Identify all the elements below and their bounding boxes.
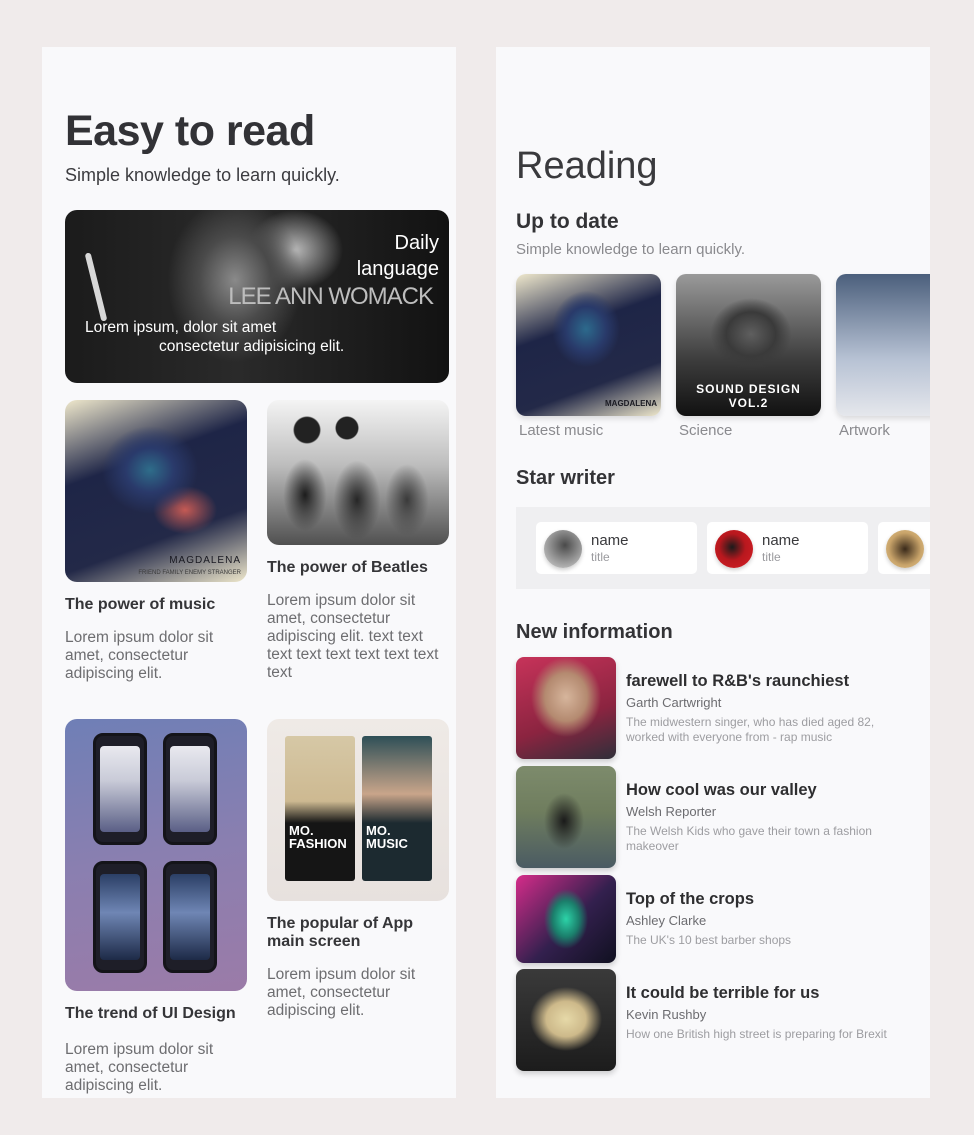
album-cover bbox=[836, 274, 930, 416]
section-subtitle: Simple knowledge to learn quickly. bbox=[516, 241, 746, 258]
article-card-beatles[interactable]: The power of Beatles Lorem ipsum dolor s… bbox=[267, 400, 449, 682]
avatar bbox=[544, 530, 582, 568]
article-card-app-screen[interactable]: MO. FASHION MO. MUSIC The popular of App… bbox=[267, 719, 449, 1020]
news-item[interactable]: farewell to R&B's raunchiest Garth Cartw… bbox=[516, 657, 910, 759]
card-title: The trend of UI Design bbox=[65, 1005, 236, 1022]
album-cover-text: MAGDALENA bbox=[605, 399, 657, 408]
article-card-music[interactable]: MAGDALENA FRIEND FAMILY ENEMY STRANGER T… bbox=[65, 400, 247, 683]
card-description: Lorem ipsum dolor sit amet, consectetur … bbox=[65, 1041, 214, 1094]
writer-title: title bbox=[591, 550, 610, 564]
phone-mockup-4 bbox=[163, 861, 217, 973]
section-heading-up-to-date: Up to date bbox=[516, 210, 619, 233]
hero-card-daily-language[interactable]: Daily language LEE ANN WOMACK Lorem ipsu… bbox=[65, 210, 449, 383]
card-image-ui-mockups bbox=[65, 719, 247, 991]
card-description: Lorem ipsum dolor sit amet, consectetur … bbox=[65, 629, 214, 682]
hero-title: Daily language bbox=[356, 232, 439, 280]
avatar bbox=[715, 530, 753, 568]
album-cover-text: SOUND DESIGN VOL.2 bbox=[696, 382, 801, 410]
reading-screen: Reading Up to date Simple knowledge to l… bbox=[496, 47, 930, 1098]
phone-mockup-2 bbox=[163, 733, 217, 845]
news-item[interactable]: Top of the crops Ashley Clarke The UK's … bbox=[516, 875, 910, 977]
news-description: The UK's 10 best barber shops bbox=[626, 933, 792, 947]
news-description: How one British high street is preparing… bbox=[626, 1027, 887, 1041]
card-title: The power of Beatles bbox=[267, 559, 428, 576]
card-image-magdalena: MAGDALENA FRIEND FAMILY ENEMY STRANGER bbox=[65, 400, 247, 582]
hero-text-line1: Lorem ipsum, dolor sit amet bbox=[85, 319, 277, 336]
news-thumbnail bbox=[516, 875, 616, 963]
news-author: Kevin Rushby bbox=[626, 1007, 707, 1022]
card-title: The power of music bbox=[65, 596, 216, 613]
card-image-beatles bbox=[267, 400, 449, 545]
news-title: How cool was our valley bbox=[626, 781, 817, 799]
news-description: The Welsh Kids who gave their town a fas… bbox=[626, 824, 872, 853]
page-subtitle: Simple knowledge to learn quickly. bbox=[65, 165, 340, 185]
album-card-artwork[interactable]: Artwork bbox=[836, 274, 930, 439]
news-title: It could be terrible for us bbox=[626, 984, 820, 1002]
hero-text-line2: consectetur adipisicing elit. bbox=[159, 338, 345, 355]
card-description: Lorem ipsum dolor sit amet, consectetur … bbox=[267, 592, 439, 681]
news-title: Top of the crops bbox=[626, 890, 755, 908]
avatar bbox=[886, 530, 924, 568]
news-thumbnail bbox=[516, 766, 616, 868]
poster-fashion-label: MO. FASHION bbox=[289, 823, 347, 851]
phone-mockup-1 bbox=[93, 733, 147, 845]
phone-mockup-3 bbox=[93, 861, 147, 973]
album-cover: SOUND DESIGN VOL.2 bbox=[676, 274, 821, 416]
news-author: Garth Cartwright bbox=[626, 695, 722, 710]
card-description: Lorem ipsum dolor sit amet, consectetur … bbox=[267, 966, 416, 1019]
album-label: Artwork bbox=[839, 422, 890, 439]
news-item[interactable]: It could be terrible for us Kevin Rushby… bbox=[516, 969, 910, 1071]
hero-artist: LEE ANN WOMACK bbox=[228, 283, 434, 310]
section-heading-new-information: New information bbox=[516, 621, 673, 643]
news-item[interactable]: How cool was our valley Welsh Reporter T… bbox=[516, 766, 910, 868]
card-image-sublabel: FRIEND FAMILY ENEMY STRANGER bbox=[138, 570, 241, 576]
album-label: Science bbox=[679, 422, 733, 439]
card-image-label: MAGDALENA bbox=[169, 555, 241, 566]
writer-title: title bbox=[762, 550, 781, 564]
section-heading-star-writer: Star writer bbox=[516, 467, 615, 489]
writer-name: name bbox=[762, 532, 800, 549]
news-author: Welsh Reporter bbox=[626, 804, 717, 819]
poster-music: MO. MUSIC bbox=[362, 736, 432, 881]
news-author: Ashley Clarke bbox=[626, 913, 707, 928]
article-card-ui-design[interactable]: The trend of UI Design Lorem ipsum dolor… bbox=[65, 719, 247, 1095]
writer-card[interactable] bbox=[878, 522, 930, 574]
page-title: Easy to read bbox=[65, 107, 315, 155]
writer-name: name bbox=[591, 532, 629, 549]
news-title: farewell to R&B's raunchiest bbox=[626, 672, 850, 690]
album-label: Latest music bbox=[519, 422, 604, 439]
writer-card[interactable]: name title bbox=[536, 522, 697, 574]
card-image-app-posters: MO. FASHION MO. MUSIC bbox=[267, 719, 449, 901]
writer-card[interactable]: name title bbox=[707, 522, 868, 574]
page-title: Reading bbox=[516, 145, 658, 187]
album-cover: MAGDALENA bbox=[516, 274, 661, 416]
hero-cigarette-graphic bbox=[84, 252, 108, 322]
poster-music-label: MO. MUSIC bbox=[366, 823, 408, 851]
poster-fashion: MO. FASHION bbox=[285, 736, 355, 881]
news-thumbnail bbox=[516, 969, 616, 1071]
easy-to-read-screen: Easy to read Simple knowledge to learn q… bbox=[42, 47, 456, 1098]
card-title: The popular of App main screen bbox=[267, 915, 414, 950]
album-card-science[interactable]: SOUND DESIGN VOL.2 Science bbox=[676, 274, 821, 439]
news-description: The midwestern singer, who has died aged… bbox=[626, 715, 875, 744]
star-writer-list[interactable]: name title name title bbox=[516, 507, 930, 589]
hero-text: Lorem ipsum, dolor sit amet consectetur … bbox=[85, 318, 375, 356]
album-card-latest-music[interactable]: MAGDALENA Latest music bbox=[516, 274, 661, 439]
news-thumbnail bbox=[516, 657, 616, 759]
